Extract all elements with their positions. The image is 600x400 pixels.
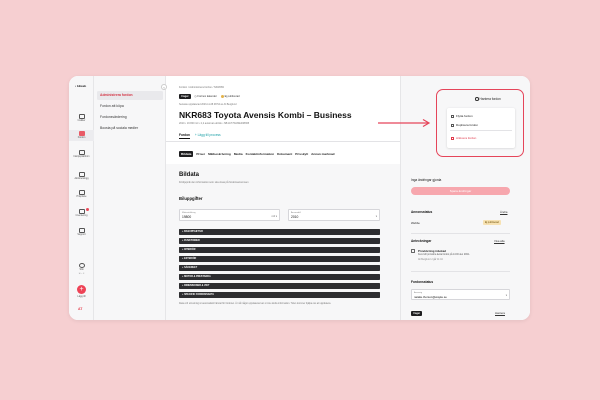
- collapse-button[interactable]: ‹: [161, 84, 167, 90]
- notes-label: Anteckningar: [411, 239, 432, 243]
- channel-name: Webbe: [411, 221, 420, 225]
- change-status-link[interactable]: Ändra: [500, 210, 507, 214]
- arrow-annotation: [378, 118, 431, 128]
- vehicle-status-label: Fordonsstatus: [411, 280, 434, 284]
- save-button[interactable]: Spara ändringar: [411, 187, 510, 195]
- changes-label: Inga ändringar gjorda: [411, 178, 442, 182]
- note-body: Kund vill provköra detta fordon på 14:00…: [418, 254, 471, 256]
- note-title: Provkörning inbokad: [418, 249, 446, 253]
- divider: [411, 233, 510, 234]
- note-icon: [411, 249, 415, 253]
- chevron-left-icon: ‹: [163, 85, 165, 90]
- ad-status-label: Annonsstatus: [411, 210, 433, 214]
- manage-link[interactable]: Hantera: [495, 311, 505, 315]
- chevron-down-icon: ▾: [505, 294, 507, 297]
- assignee-select[interactable]: Ansvarig natalie.thorson@wayke.se ▾: [411, 289, 510, 300]
- show-all-notes-link[interactable]: Visa alla: [494, 239, 505, 243]
- note-author: Ali Berglund • Igår 11:44: [418, 259, 443, 261]
- status-badge: Ej publicerad: [483, 220, 501, 225]
- stock-badge: I lager: [411, 311, 423, 316]
- divider: [411, 271, 510, 272]
